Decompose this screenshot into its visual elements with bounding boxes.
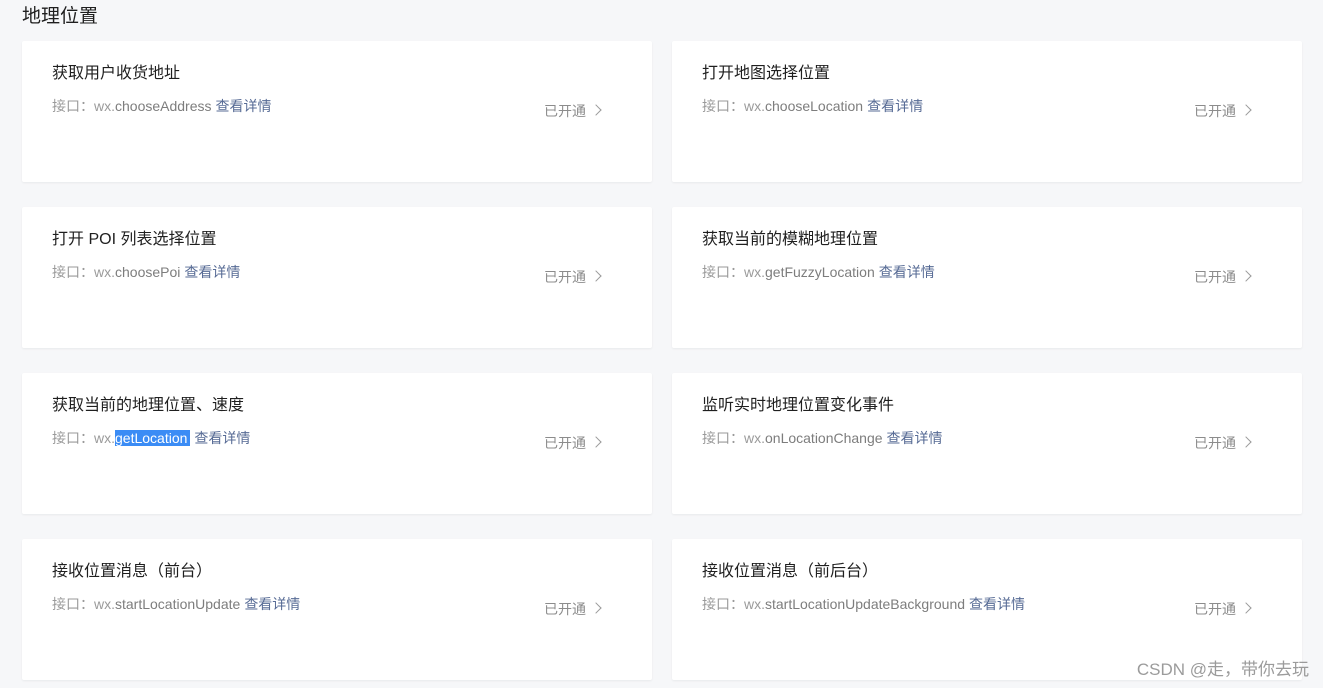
card-title: 接收位置消息（前台） — [52, 563, 213, 580]
status-label: 已开通 — [544, 601, 586, 617]
api-name-selected: getLocation — [115, 430, 191, 446]
view-details-link[interactable]: 查看详情 — [216, 98, 272, 114]
api-name: chooseLocation — [765, 98, 864, 114]
view-details-link[interactable]: 查看详情 — [867, 98, 923, 114]
api-name: onLocationChange — [765, 430, 883, 446]
api-prefix: 接口：wx. — [702, 596, 765, 612]
card-title: 打开 POI 列表选择位置 — [52, 231, 217, 248]
card-title: 接收位置消息（前后台） — [702, 563, 879, 580]
card-description: 接口：wx.startLocationUpdate 查看详情 — [52, 594, 300, 614]
watermark: CSDN @走，带你去玩 — [1136, 660, 1309, 679]
api-name: chooseAddress — [115, 98, 212, 114]
status-label: 已开通 — [544, 269, 586, 285]
api-prefix: 接口：wx. — [52, 264, 115, 280]
status-enabled-button[interactable]: 已开通 — [544, 101, 602, 121]
card-get-location: 获取当前的地理位置、速度 接口：wx.getLocation 查看详情 已开通 — [22, 373, 652, 514]
card-description: 接口：wx.onLocationChange 查看详情 — [702, 428, 943, 448]
card-choose-location: 打开地图选择位置 接口：wx.chooseLocation 查看详情 已开通 — [672, 41, 1302, 182]
api-prefix: 接口：wx. — [702, 98, 765, 114]
api-prefix: 接口：wx. — [52, 98, 115, 114]
chevron-right-icon — [1240, 269, 1252, 282]
status-label: 已开通 — [1194, 435, 1236, 451]
view-details-link[interactable]: 查看详情 — [879, 264, 935, 280]
api-name: startLocationUpdate — [115, 596, 241, 612]
card-title: 获取当前的模糊地理位置 — [702, 231, 879, 248]
status-enabled-button[interactable]: 已开通 — [1194, 267, 1252, 287]
api-prefix: 接口：wx. — [702, 430, 765, 446]
api-prefix: 接口：wx. — [52, 430, 115, 446]
card-get-fuzzy-location: 获取当前的模糊地理位置 接口：wx.getFuzzyLocation 查看详情 已… — [672, 207, 1302, 348]
card-description: 接口：wx.chooseAddress 查看详情 — [52, 96, 272, 116]
card-description: 接口：wx.chooseLocation 查看详情 — [702, 96, 923, 116]
status-label: 已开通 — [544, 103, 586, 119]
card-title: 打开地图选择位置 — [702, 65, 831, 82]
card-description: 接口：wx.startLocationUpdateBackground 查看详情 — [702, 594, 1025, 614]
chevron-right-icon — [1240, 601, 1252, 614]
chevron-right-icon — [590, 269, 602, 282]
chevron-right-icon — [590, 601, 602, 614]
status-label: 已开通 — [1194, 601, 1236, 617]
card-on-location-change: 监听实时地理位置变化事件 接口：wx.onLocationChange 查看详情 … — [672, 373, 1302, 514]
view-details-link[interactable]: 查看详情 — [969, 596, 1025, 612]
card-title: 监听实时地理位置变化事件 — [702, 397, 895, 414]
chevron-right-icon — [1240, 435, 1252, 448]
card-title: 获取当前的地理位置、速度 — [52, 397, 245, 414]
status-enabled-button[interactable]: 已开通 — [544, 433, 602, 453]
card-start-location-update: 接收位置消息（前台） 接口：wx.startLocationUpdate 查看详情… — [22, 539, 652, 680]
view-details-link[interactable]: 查看详情 — [194, 430, 250, 446]
page-title: 地理位置 — [22, 6, 99, 27]
api-prefix: 接口：wx. — [52, 596, 115, 612]
status-label: 已开通 — [1194, 103, 1236, 119]
api-prefix: 接口：wx. — [702, 264, 765, 280]
card-description: 接口：wx.choosePoi 查看详情 — [52, 262, 240, 282]
card-choose-address: 获取用户收货地址 接口：wx.chooseAddress 查看详情 已开通 — [22, 41, 652, 182]
card-description: 接口：wx.getLocation 查看详情 — [52, 428, 250, 448]
view-details-link[interactable]: 查看详情 — [887, 430, 943, 446]
card-title: 获取用户收货地址 — [52, 65, 181, 82]
view-details-link[interactable]: 查看详情 — [244, 596, 300, 612]
status-enabled-button[interactable]: 已开通 — [544, 599, 602, 619]
view-details-link[interactable]: 查看详情 — [184, 264, 240, 280]
status-enabled-button[interactable]: 已开通 — [1194, 599, 1252, 619]
status-label: 已开通 — [1194, 269, 1236, 285]
status-enabled-button[interactable]: 已开通 — [544, 267, 602, 287]
api-name: choosePoi — [115, 264, 181, 280]
api-name: startLocationUpdateBackground — [765, 596, 966, 612]
card-description: 接口：wx.getFuzzyLocation 查看详情 — [702, 262, 935, 282]
status-enabled-button[interactable]: 已开通 — [1194, 101, 1252, 121]
chevron-right-icon — [590, 435, 602, 448]
chevron-right-icon — [590, 103, 602, 116]
status-label: 已开通 — [544, 435, 586, 451]
status-enabled-button[interactable]: 已开通 — [1194, 433, 1252, 453]
chevron-right-icon — [1240, 103, 1252, 116]
card-choose-poi: 打开 POI 列表选择位置 接口：wx.choosePoi 查看详情 已开通 — [22, 207, 652, 348]
api-name: getFuzzyLocation — [765, 264, 875, 280]
